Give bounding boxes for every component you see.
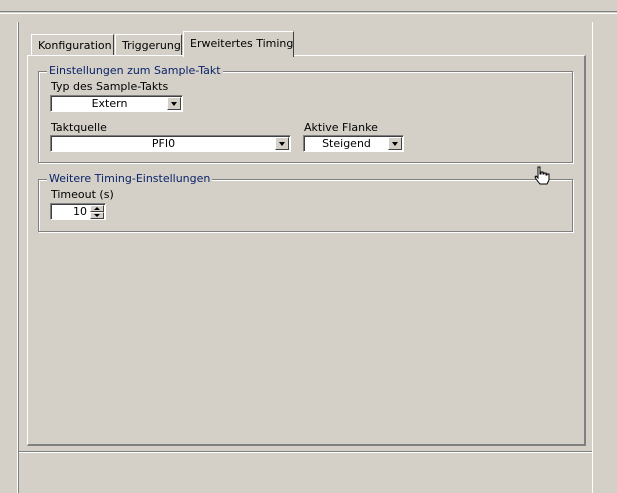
sample-clock-type-label: Typ des Sample-Takts	[51, 80, 169, 93]
tab-triggerung-label: Triggerung	[122, 39, 181, 52]
active-edge-label: Aktive Flanke	[304, 121, 378, 134]
hand-pointer-icon	[534, 166, 550, 185]
sample-clock-type-select[interactable]: Extern	[50, 95, 183, 112]
spin-down-icon[interactable]	[90, 212, 104, 219]
sample-clock-type-value: Extern	[91, 97, 128, 110]
timing-settings-group: Weitere Timing-Einstellungen	[38, 172, 573, 232]
tab-konfiguration-label: Konfiguration	[38, 39, 112, 52]
chevron-down-icon[interactable]	[388, 137, 402, 150]
clock-source-label: Taktquelle	[51, 121, 107, 134]
timeout-label: Timeout (s)	[51, 188, 114, 201]
timing-settings-group-title: Weitere Timing-Einstellungen	[47, 172, 213, 185]
clock-source-select[interactable]: PFI0	[50, 135, 291, 152]
frame-left-shadow	[18, 22, 19, 493]
chevron-down-icon[interactable]	[167, 97, 181, 110]
clock-source-value: PFI0	[151, 137, 176, 150]
spin-up-icon[interactable]	[90, 205, 104, 212]
window-top-highlight	[0, 13, 617, 14]
tab-triggerung[interactable]: Triggerung	[115, 34, 182, 56]
active-edge-value: Steigend	[322, 137, 371, 150]
timeout-value: 10	[73, 205, 87, 218]
sample-clock-group-title: Einstellungen zum Sample-Takt	[47, 64, 223, 77]
bottom-separator-highlight	[19, 452, 592, 453]
frame-right-area	[592, 22, 617, 493]
tab-erweitertes-timing-label: Erweitertes Timing	[190, 37, 294, 50]
active-edge-select[interactable]: Steigend	[303, 135, 404, 152]
tab-erweitertes-timing[interactable]: Erweitertes Timing	[183, 31, 294, 57]
tab-konfiguration[interactable]: Konfiguration	[31, 34, 114, 56]
window-top-strip	[0, 0, 617, 12]
timeout-stepper[interactable]: 10	[50, 203, 106, 220]
chevron-down-icon[interactable]	[275, 137, 289, 150]
